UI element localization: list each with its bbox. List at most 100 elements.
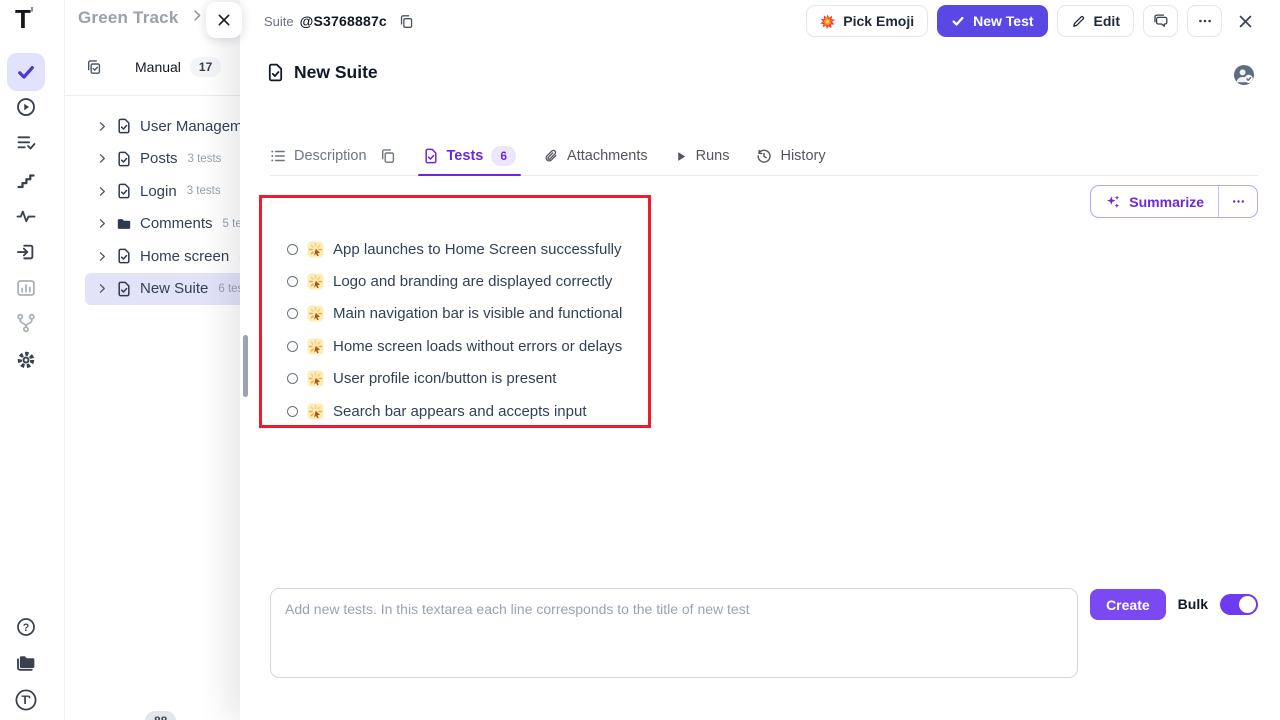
chevron-right-icon[interactable]	[97, 283, 108, 294]
test-row[interactable]: Main navigation bar is visible and funct…	[287, 298, 622, 330]
nav-pulse-icon[interactable]	[7, 197, 45, 235]
spinner-cursor-emoji-icon	[307, 305, 324, 322]
history-clock-icon	[756, 148, 772, 164]
nav-analytics-icon[interactable]	[7, 269, 45, 307]
boom-emoji-icon	[820, 14, 835, 29]
nav-milestones-icon[interactable]	[7, 161, 45, 199]
test-status-circle[interactable]	[287, 373, 298, 384]
add-tests-composer: Create Bulk	[270, 588, 1258, 678]
chevron-right-icon[interactable]	[97, 121, 108, 132]
nav-plans-icon[interactable]	[7, 124, 45, 162]
play-icon	[675, 150, 688, 163]
spinner-cursor-emoji-icon	[307, 370, 324, 387]
summarize-more-button[interactable]	[1219, 186, 1257, 217]
suite-doc-icon	[116, 248, 132, 264]
summarize-split-button: Summarize	[1090, 185, 1258, 218]
tab-description[interactable]: Description	[270, 137, 396, 175]
copy-check-icon[interactable]	[86, 59, 102, 75]
pencil-icon	[1071, 14, 1086, 29]
entity-type-label: Suite	[264, 14, 294, 29]
ellipsis-icon	[1231, 194, 1246, 209]
comments-button[interactable]	[1143, 5, 1178, 37]
suite-id: @S3768887c	[300, 13, 387, 29]
nav-branches-icon[interactable]	[7, 304, 45, 342]
tab-runs[interactable]: Runs	[675, 137, 730, 175]
support-logo-icon[interactable]	[7, 681, 45, 719]
tests-count-badge: 6	[491, 146, 516, 166]
suite-title-row: New Suite	[266, 62, 378, 83]
spinner-cursor-emoji-icon	[307, 403, 324, 420]
paperclip-icon	[543, 148, 559, 164]
tree-count-badge: 88	[145, 711, 176, 720]
tab-tests[interactable]: Tests 6	[423, 137, 517, 175]
test-status-circle[interactable]	[287, 341, 298, 352]
edit-button[interactable]: Edit	[1057, 5, 1134, 37]
suite-doc-icon	[116, 151, 132, 167]
tree-item-new-suite[interactable]: New Suite 6 tests	[85, 273, 257, 306]
suite-detail-panel: Suite @S3768887c Pick Emoji New Test Edi…	[240, 0, 1280, 720]
manual-count-badge: 17	[190, 57, 221, 77]
spinner-cursor-emoji-icon	[307, 338, 324, 355]
chevron-right-icon[interactable]	[97, 218, 108, 229]
test-row[interactable]: Search bar appears and accepts input	[287, 395, 622, 427]
panel-resize-handle[interactable]	[243, 335, 248, 397]
tab-manual[interactable]: Manual	[135, 59, 181, 75]
create-button[interactable]: Create	[1090, 589, 1166, 620]
tree-divider	[65, 95, 250, 96]
chat-icon	[1153, 13, 1169, 29]
more-actions-button[interactable]	[1187, 5, 1222, 37]
chevron-right-icon[interactable]	[97, 153, 108, 164]
test-row[interactable]: Home screen loads without errors or dela…	[287, 330, 622, 362]
nav-rail: T'	[0, 0, 65, 720]
avatar[interactable]	[1232, 63, 1256, 87]
nav-runs-icon[interactable]	[7, 88, 45, 126]
app-root: T' Green Track Manual 17 Automated	[0, 0, 1280, 720]
tab-history[interactable]: History	[756, 137, 825, 175]
logo-tick: '	[30, 4, 33, 24]
pick-emoji-button[interactable]: Pick Emoji	[806, 5, 928, 37]
nav-settings-icon[interactable]	[7, 341, 45, 379]
close-icon	[1237, 13, 1254, 30]
page-title: New Suite	[294, 62, 378, 83]
summarize-button[interactable]: Summarize	[1091, 186, 1218, 217]
projects-icon[interactable]	[7, 644, 45, 682]
help-icon[interactable]	[7, 608, 45, 646]
chevron-right-icon	[191, 9, 204, 27]
bulk-label: Bulk	[1178, 596, 1208, 612]
topbar-actions: Pick Emoji New Test Edit	[806, 5, 1254, 37]
test-status-circle[interactable]	[287, 276, 298, 287]
spinner-cursor-emoji-icon	[307, 241, 324, 258]
close-panel-button[interactable]	[1237, 13, 1254, 30]
copy-description-icon[interactable]	[380, 148, 396, 164]
spinner-cursor-emoji-icon	[307, 273, 324, 290]
test-row[interactable]: Logo and branding are displayed correctl…	[287, 265, 622, 297]
folder-icon	[116, 216, 132, 232]
test-status-circle[interactable]	[287, 308, 298, 319]
new-test-button[interactable]: New Test	[937, 5, 1047, 37]
suite-doc-icon	[266, 63, 285, 82]
toggle-knob	[1239, 596, 1256, 613]
project-name: Green Track	[78, 8, 178, 28]
tab-attachments[interactable]: Attachments	[543, 137, 648, 175]
ellipsis-icon	[1197, 13, 1213, 29]
new-tests-textarea[interactable]	[270, 588, 1078, 678]
test-row[interactable]: User profile icon/button is present	[287, 363, 622, 395]
suites-tree-panel: Green Track Manual 17 Automated User Man…	[65, 0, 240, 720]
doc-check-icon	[423, 148, 439, 164]
test-status-circle[interactable]	[287, 406, 298, 417]
app-logo[interactable]: T'	[15, 4, 33, 35]
detail-topbar: Suite @S3768887c Pick Emoji New Test Edi…	[264, 4, 1254, 38]
bulk-toggle[interactable]	[1220, 594, 1258, 615]
chevron-right-icon[interactable]	[97, 186, 108, 197]
tree-close-button[interactable]	[206, 2, 242, 38]
copy-suite-id-icon[interactable]	[399, 14, 414, 29]
test-status-circle[interactable]	[287, 244, 298, 255]
sparkles-icon	[1105, 194, 1121, 210]
test-row[interactable]: App launches to Home Screen successfully	[287, 233, 622, 265]
suite-doc-icon	[116, 281, 132, 297]
chevron-right-icon[interactable]	[97, 251, 108, 262]
nav-import-icon[interactable]	[7, 233, 45, 271]
nav-tests-icon[interactable]	[7, 53, 45, 91]
breadcrumb[interactable]: Green Track	[78, 8, 204, 28]
list-icon	[270, 148, 286, 164]
